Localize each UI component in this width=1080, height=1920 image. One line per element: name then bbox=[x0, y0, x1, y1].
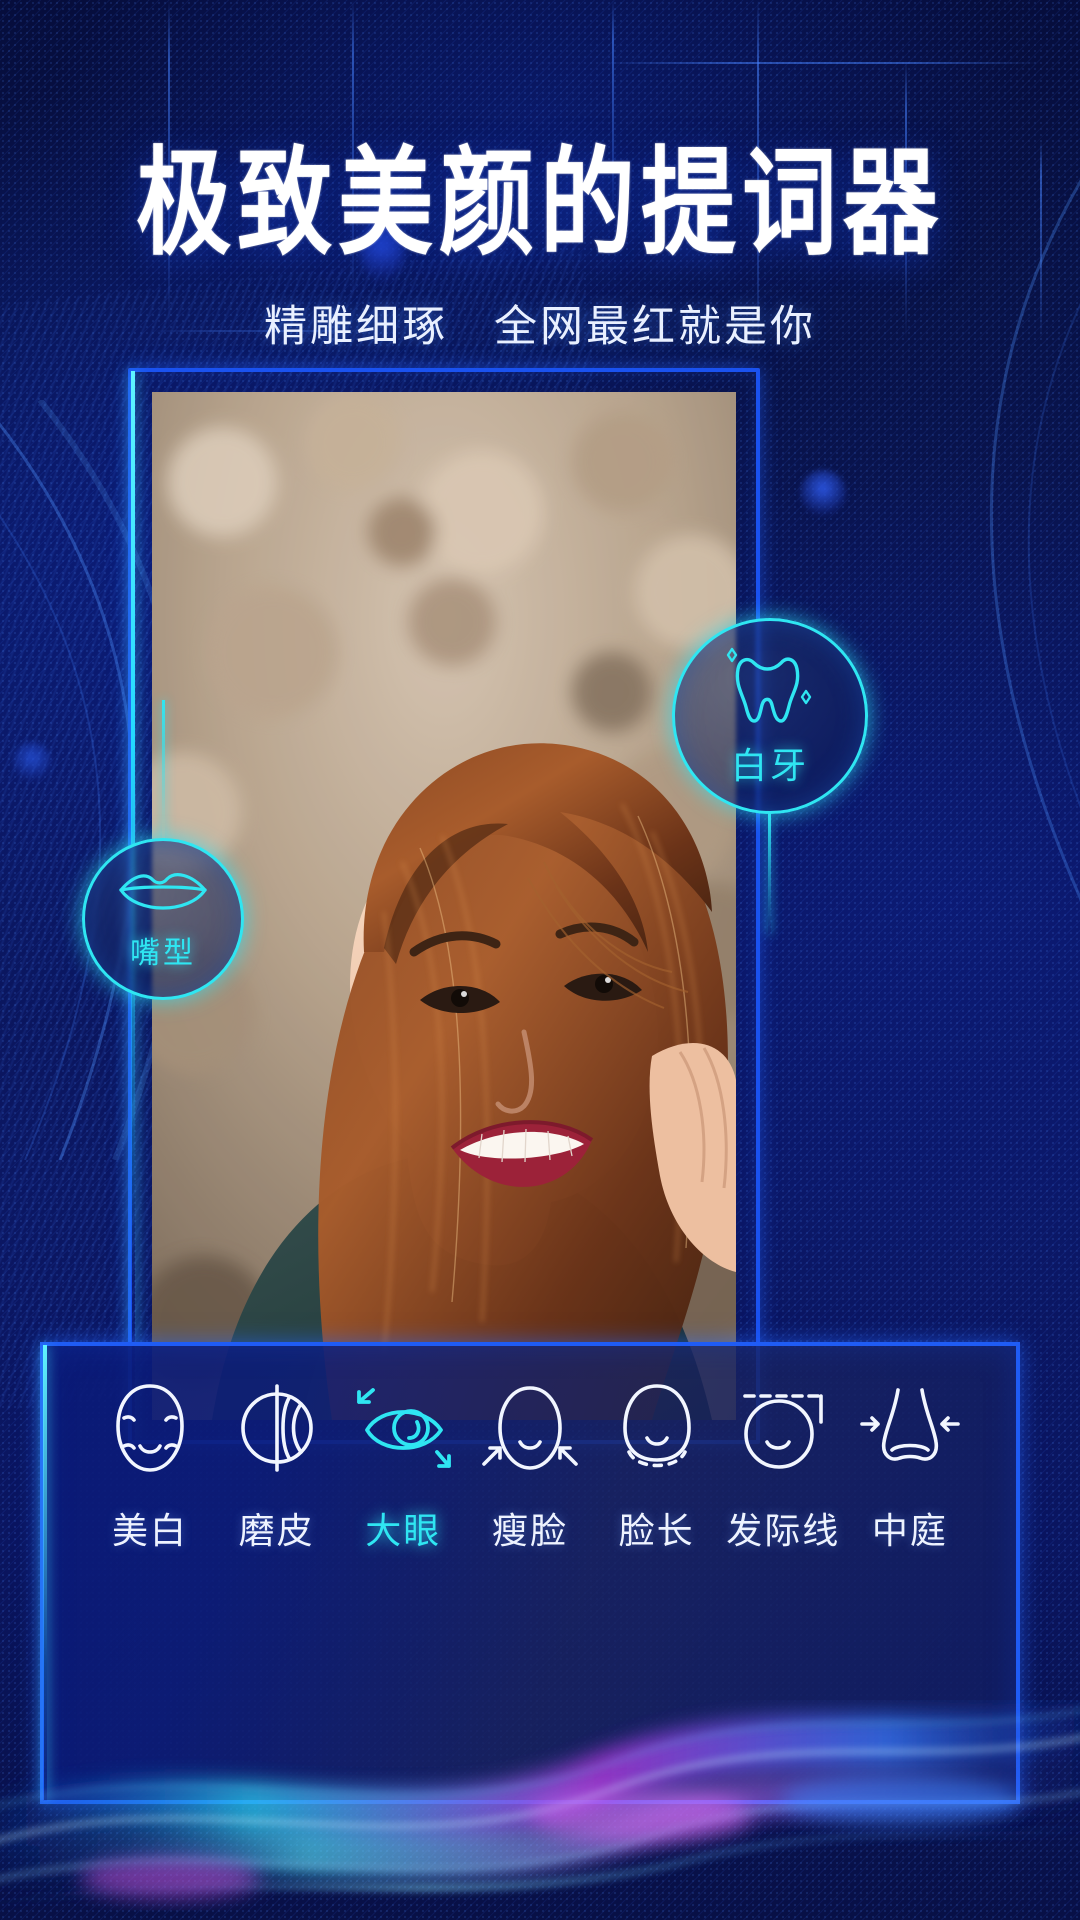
tool-hairline[interactable]: 发际线 bbox=[723, 1380, 843, 1554]
big-eye-icon bbox=[351, 1380, 455, 1476]
badge-label-teeth: 白牙 bbox=[730, 745, 809, 786]
tooth-icon bbox=[726, 647, 812, 723]
tool-midface[interactable]: 中庭 bbox=[850, 1380, 970, 1554]
face-length-icon bbox=[613, 1380, 701, 1476]
decor-hline-1 bbox=[600, 62, 1040, 64]
tool-label: 中庭 bbox=[871, 1510, 948, 1551]
page-title: 极致美颜的提词器 bbox=[136, 134, 944, 272]
tool-label: 发际线 bbox=[726, 1510, 841, 1551]
decor-aurora bbox=[0, 1620, 1080, 1920]
badge-mouth[interactable]: 嘴型 bbox=[82, 838, 244, 1000]
badge-stem-teeth bbox=[768, 812, 771, 934]
nose-midface-icon bbox=[858, 1380, 962, 1476]
tool-label: 美白 bbox=[111, 1510, 188, 1551]
skin-smooth-icon bbox=[233, 1380, 321, 1476]
tool-slim-face[interactable]: 瘦脸 bbox=[470, 1380, 590, 1554]
beauty-tool-row: 美白 磨皮 大眼 瘦脸 脸长 发际线 中庭 bbox=[44, 1380, 1016, 1554]
tool-smooth[interactable]: 磨皮 bbox=[217, 1380, 337, 1554]
decor-orb-right bbox=[800, 470, 846, 516]
decor-orb-left bbox=[12, 742, 52, 782]
tool-whiten[interactable]: 美白 bbox=[90, 1380, 210, 1554]
tool-label: 瘦脸 bbox=[491, 1510, 568, 1551]
slim-face-icon bbox=[478, 1380, 582, 1476]
tool-label: 脸长 bbox=[618, 1510, 695, 1551]
badge-teeth[interactable]: 白牙 bbox=[672, 618, 868, 814]
tool-big-eye[interactable]: 大眼 bbox=[343, 1380, 463, 1554]
lips-icon bbox=[119, 873, 207, 910]
tool-label: 大眼 bbox=[365, 1510, 442, 1551]
page-subtitle: 精雕细琢 全网最红就是你 bbox=[264, 303, 816, 351]
hairline-icon bbox=[733, 1380, 833, 1476]
tool-face-length[interactable]: 脸长 bbox=[597, 1380, 717, 1554]
face-whiten-icon bbox=[108, 1380, 192, 1476]
tool-label: 磨皮 bbox=[238, 1510, 315, 1551]
badge-label-mouth: 嘴型 bbox=[130, 937, 196, 970]
badge-stem-mouth bbox=[162, 700, 165, 842]
app-poster: 极致美颜的提词器 精雕细琢 全网最红就是你 白牙 嘴型 美白 磨皮 大眼 瘦脸 … bbox=[0, 0, 1080, 1920]
